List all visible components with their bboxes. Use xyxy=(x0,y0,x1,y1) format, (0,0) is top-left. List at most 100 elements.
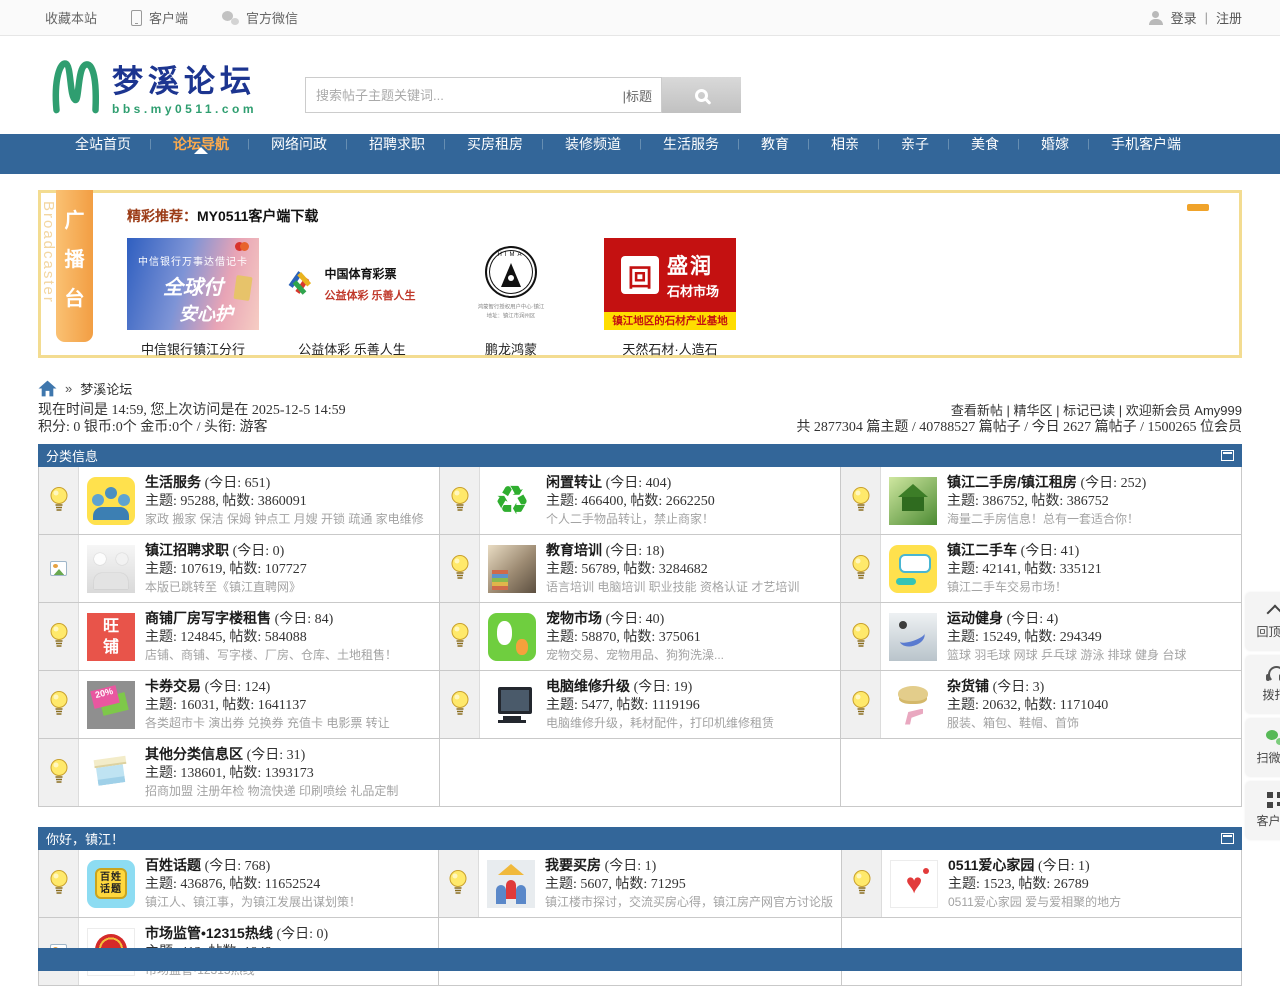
forum-today-count: (今日: 768) xyxy=(205,859,271,874)
collapse-icon[interactable] xyxy=(1221,450,1234,461)
broken-image-icon xyxy=(50,561,67,576)
ad-caption[interactable]: 天然石材·人造石 xyxy=(604,339,736,358)
forum-today-count: (今日: 1) xyxy=(605,859,657,874)
forum-icon-pets[interactable] xyxy=(488,613,536,661)
forum-cell: 0511爱心家园 (今日: 1) 主题: 1523, 帖数: 26789 051… xyxy=(842,850,1242,918)
lightbulb-icon xyxy=(448,869,468,899)
forum-title-link[interactable]: 教育培训 xyxy=(546,542,602,558)
ad-caption[interactable]: 鹏龙鸿蒙 xyxy=(445,339,577,358)
section-title: 你好，镇江！ xyxy=(46,829,124,848)
forum-icon-used-car[interactable] xyxy=(889,545,937,593)
ad-caption[interactable]: 公益体彩 乐善人生 xyxy=(286,339,418,358)
forum-title-link[interactable]: 生活服务 xyxy=(145,474,201,490)
lightbulb-icon xyxy=(49,758,69,788)
forum-stats: 主题: 107619, 帖数: 107727 xyxy=(145,561,307,579)
forum-title-link[interactable]: 运动健身 xyxy=(947,610,1003,626)
forum-title-link[interactable]: 杂货铺 xyxy=(947,678,989,694)
nav-item-12[interactable]: 手机客户端 xyxy=(1090,134,1202,154)
broadcast-ribbon: 广播台 xyxy=(56,190,93,342)
login-link[interactable]: 登录 xyxy=(1171,8,1197,27)
float-item-2[interactable]: 扫微信 xyxy=(1246,719,1280,776)
minimize-button[interactable] xyxy=(1187,204,1209,211)
forum-title-link[interactable]: 商铺厂房写字楼租售 xyxy=(145,610,271,626)
forum-icon-education[interactable] xyxy=(488,545,536,593)
topbar-link[interactable]: 客户端 xyxy=(131,8,188,27)
topbar-link[interactable]: 收藏本站 xyxy=(38,8,97,27)
forum-title-link[interactable]: 镇江招聘求职 xyxy=(145,542,229,558)
nav-item-9[interactable]: 亲子 xyxy=(880,134,950,154)
forum-title-link[interactable]: 宠物市场 xyxy=(546,610,602,626)
nav-item-5[interactable]: 装修频道 xyxy=(544,134,642,154)
forum-icon-grocery[interactable] xyxy=(889,681,937,729)
breadcrumb-current[interactable]: 梦溪论坛 xyxy=(80,379,132,398)
lightbulb-icon xyxy=(450,690,470,720)
home-icon[interactable] xyxy=(38,380,57,397)
forum-title-link[interactable]: 市场监管•12315热线 xyxy=(145,925,273,941)
forum-title-link[interactable]: 闲置转让 xyxy=(546,474,602,490)
forum-stats-text: 共 2877304 篇主题 / 40788527 篇帖子 / 今日 2627 篇… xyxy=(796,419,1242,436)
forum-icon-green-house[interactable] xyxy=(889,477,937,525)
ad-caption[interactable]: 中信银行镇江分行 xyxy=(127,339,259,358)
forum-title-link[interactable]: 镇江二手车 xyxy=(947,542,1017,558)
lightbulb-icon xyxy=(851,486,871,516)
float-item-3[interactable]: 客户端 xyxy=(1246,782,1280,839)
search-input[interactable] xyxy=(306,88,623,103)
ad-hima[interactable]: HIMA 鸿蒙智行授权用户中心·镇江地址：镇江市润州区 鹏龙鸿蒙 xyxy=(445,238,577,358)
forum-today-count: (今日: 18) xyxy=(606,544,665,559)
forum-icon-wangpu[interactable]: 旺铺 xyxy=(87,613,135,661)
forum-icon-cards[interactable]: 20% xyxy=(87,681,135,729)
ad-citic-bank[interactable]: 中信银行万事达借记卡 全球付 安心护 中信银行镇江分行 xyxy=(127,238,259,358)
forum-icon-life-services[interactable] xyxy=(87,477,135,525)
nav-item-1[interactable]: 论坛导航 xyxy=(152,134,250,154)
ad-shengrun-stone[interactable]: 回 盛润 石材市场 镇江地区的石材产业基地 天然石材·人造石 xyxy=(604,238,736,358)
float-item-0[interactable]: 回顶部 xyxy=(1246,593,1280,650)
forum-icon-recycle[interactable] xyxy=(488,477,536,525)
lightbulb-icon xyxy=(851,622,871,652)
forum-icon-sports[interactable] xyxy=(889,613,937,661)
collapse-icon[interactable] xyxy=(1221,833,1234,844)
forum-title-link[interactable]: 0511爱心家园 xyxy=(948,857,1034,873)
forum-title-link[interactable]: 卡券交易 xyxy=(145,678,201,694)
float-item-1[interactable]: 拨打 xyxy=(1246,656,1280,713)
section-classified-info: 分类信息 生活服务 (今日: 651) 主题: 95288, 帖数: 38600… xyxy=(38,444,1242,807)
search-button[interactable] xyxy=(662,77,741,113)
site-logo[interactable]: 梦溪论坛 bbs.my0511.com xyxy=(50,54,257,116)
forum-title-link[interactable]: 电脑维修升级 xyxy=(546,678,630,694)
topbar-link[interactable]: 官方微信 xyxy=(222,8,298,27)
forum-icon-handshake[interactable] xyxy=(87,545,135,593)
search-bar: |标题 xyxy=(305,77,741,113)
forum-cell: 镇江二手房/镇江租房 (今日: 252) 主题: 386752, 帖数: 386… xyxy=(841,467,1242,535)
nav-item-11[interactable]: 婚嫁 xyxy=(1020,134,1090,154)
forum-title-link[interactable]: 镇江二手房/镇江租房 xyxy=(947,474,1077,490)
search-scope-selector[interactable]: |标题 xyxy=(623,86,661,105)
nav-item-6[interactable]: 生活服务 xyxy=(642,134,740,154)
register-link[interactable]: 注册 xyxy=(1216,8,1242,27)
ad-sports-lottery[interactable]: 中国体育彩票 公益体彩 乐善人生 公益体彩 乐善人生 xyxy=(286,238,418,358)
forum-description: 镇江二手车交易市场！ xyxy=(947,579,1102,596)
quick-links[interactable]: 查看新帖 | 精华区 | 标记已读 | 欢迎新会员 Amy999 xyxy=(796,402,1242,419)
forum-title-link[interactable]: 我要买房 xyxy=(545,857,601,873)
forum-icon-misc-box[interactable] xyxy=(87,749,135,797)
broadcast-header-title[interactable]: MY0511客户端下载 xyxy=(197,208,318,224)
forum-today-count: (今日: 4) xyxy=(1007,612,1059,627)
forum-icon-buy-house[interactable] xyxy=(487,860,535,908)
forum-title-link[interactable]: 其他分类信息区 xyxy=(145,746,243,762)
nav-item-10[interactable]: 美食 xyxy=(950,134,1020,154)
forum-icon-folk-topics[interactable]: 百姓话题 xyxy=(87,860,135,908)
user-icon xyxy=(1149,11,1163,25)
nav-item-3[interactable]: 招聘求职 xyxy=(348,134,446,154)
nav-item-0[interactable]: 全站首页 xyxy=(54,134,152,154)
forum-stats: 主题: 466400, 帖数: 2662250 xyxy=(546,493,715,511)
forum-cell: 旺铺 商铺厂房写字楼租售 (今日: 84) 主题: 124845, 帖数: 58… xyxy=(39,603,440,671)
forum-icon-computer[interactable] xyxy=(488,681,536,729)
forum-title-link[interactable]: 百姓话题 xyxy=(145,857,201,873)
nav-item-4[interactable]: 买房租房 xyxy=(446,134,544,154)
forum-status-column xyxy=(39,739,79,806)
forum-description: 各类超市卡 演出券 兑换券 充值卡 电影票 转让 xyxy=(145,715,390,732)
nav-item-8[interactable]: 相亲 xyxy=(810,134,880,154)
forum-icon-love-home[interactable] xyxy=(890,860,938,908)
nav-item-7[interactable]: 教育 xyxy=(740,134,810,154)
forum-today-count: (今日: 0) xyxy=(276,927,328,942)
nav-item-2[interactable]: 网络问政 xyxy=(250,134,348,154)
forum-stats: 主题: 16031, 帖数: 1641137 xyxy=(145,697,390,715)
